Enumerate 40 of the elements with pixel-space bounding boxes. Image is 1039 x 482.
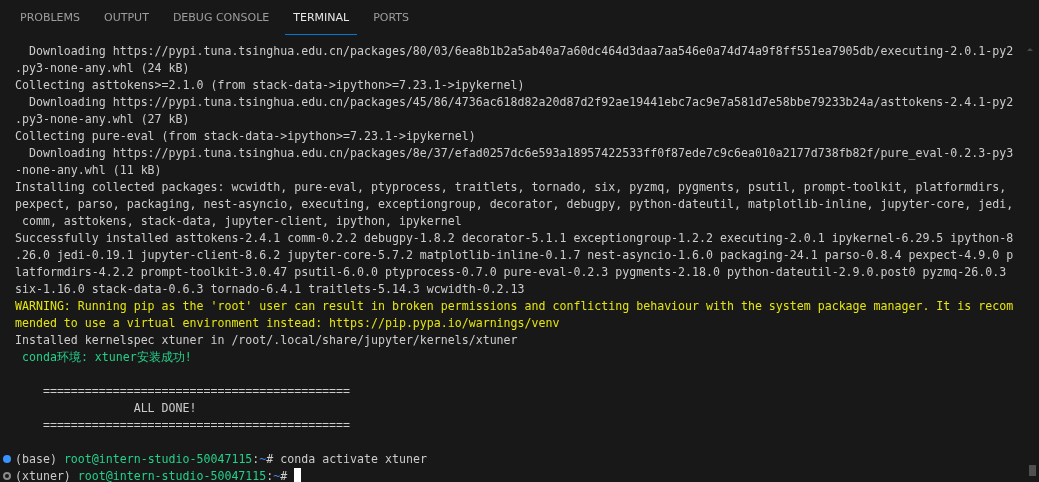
conda-env-label: (base) [15, 451, 58, 468]
warning-line: WARNING: Running pip as the 'root' user can result in broken permissions and conflicting behaviour with the system package manager. It is recom [15, 298, 1014, 315]
prompt-symbol: # [280, 468, 289, 482]
colon-label: : [266, 468, 274, 482]
terminal-output-line: Collecting asttokens>=2.1.0 (from stack-data->ipython>=7.23.1->ipykernel) [15, 77, 525, 94]
terminal-output-line: .py3-none-any.whl (27 kB) [15, 111, 190, 128]
terminal-output-line: six-1.16.0 stack-data-0.6.3 tornado-6.4.1 traitlets-5.14.3 wcwidth-0.2.13 [15, 281, 525, 298]
terminal-output-line: Downloading https://pypi.tuna.tsinghua.edu.cn/packages/45/86/4736ac618d82a20d87d2f92ae19441ebc7ac9e7a581d7e58bbe79233b24a/asttokens-2.4.1-py2 [27, 94, 1014, 111]
terminal-output-line: .py3-none-any.whl (24 kB) [15, 60, 190, 77]
command-text: conda activate xtuner [280, 451, 427, 468]
terminal-output-line: ============================================ [41, 383, 351, 400]
path-label: ~ [273, 468, 281, 482]
scrollbar-thumb[interactable] [1029, 465, 1036, 476]
terminal-output-line: Collecting pure-eval (from stack-data->ipython>=7.23.1->ipykernel) [15, 128, 476, 145]
terminal-output-line: Successfully installed asttokens-2.4.1 comm-0.2.2 debugpy-1.8.2 decorator-5.1.1 exceptiongroup-1.2.2 executing-2.0.1 ipykernel-6.29.5 ipython-8 [15, 230, 1014, 247]
terminal-output-line: Downloading https://pypi.tuna.tsinghua.edu.cn/packages/80/03/6ea8b1b2a5ab40a7a60dc464d3daa7aa546e0a74d74a9f8ff551ea7905db/executing-2.0.1-py2 [27, 43, 1014, 60]
path-label: ~ [259, 451, 267, 468]
terminal-output-line: ============================================ [41, 417, 351, 434]
terminal-output-line: latformdirs-4.2.2 prompt-toolkit-3.0.47 psutil-6.0.0 ptyprocess-0.7.0 pure-eval-0.2.3 pygments-2.18.0 python-dateutil-2.9.0.post0 pyzmq-26.0.3 [15, 264, 1007, 281]
user-host-label: root@intern-studio-50047115 [77, 468, 267, 482]
panel-tab[interactable]: PROBLEMS [12, 0, 89, 35]
prompt-symbol: # [266, 451, 275, 468]
warning-line: mended to use a virtual environment instead: https://pip.pypa.io/warnings/venv [15, 315, 560, 332]
scroll-up-icon[interactable] [1027, 48, 1033, 51]
panel-tab[interactable]: TERMINAL [285, 0, 358, 35]
terminal-output-line: ALL DONE! [132, 400, 197, 417]
user-host-label: root@intern-studio-50047115 [63, 451, 253, 468]
terminal-output-line: Installed kernelspec xtuner in /root/.local/share/jupyter/kernels/xtuner [15, 332, 518, 349]
terminal-output-line: Installing collected packages: wcwidth, pure-eval, ptyprocess, traitlets, tornado, six, pyzmq, pygments, psutil, prompt-toolkit, platformdirs, [15, 179, 1007, 196]
panel-tab[interactable]: OUTPUT [96, 0, 157, 35]
terminal-output-line: Downloading https://pypi.tuna.tsinghua.edu.cn/packages/8e/37/efad0257dc6e593a18957422533ff0f87ede7c9c6ea010a2177d738fb82f/pure_eval-0.2.3-py3 [27, 145, 1014, 162]
terminal-output-line: pexpect, parso, packaging, nest-asyncio, executing, exceptiongroup, decorator, debugpy, python-dateutil, matplotlib-inline, jupyter-core, jedi, [15, 196, 1014, 213]
panel-tab[interactable]: DEBUG CONSOLE [164, 0, 278, 35]
panel-tab[interactable]: PORTS [365, 0, 417, 35]
success-message: conda环境: xtuner安装成功! [20, 349, 192, 366]
colon-label: : [252, 451, 260, 468]
terminal-output-line: .26.0 jedi-0.19.1 jupyter-client-8.6.2 jupyter-core-5.7.2 matplotlib-inline-0.1.7 nest-asyncio-1.6.0 packaging-24.1 parso-0.8.4 pexpect-4.9.0 p [15, 247, 1014, 264]
terminal-output-line: -none-any.whl (11 kB) [15, 162, 162, 179]
conda-env-label: (xtuner) [15, 468, 72, 482]
terminal-output-line: comm, asttokens, stack-data, jupyter-client, ipython, ipykernel [20, 213, 462, 230]
